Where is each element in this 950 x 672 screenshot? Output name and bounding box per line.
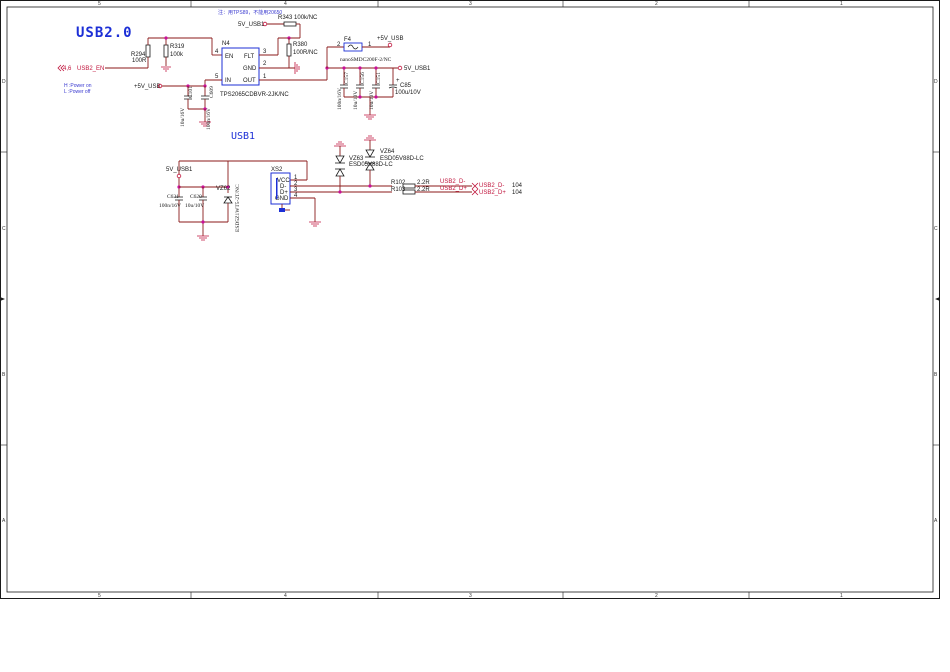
c101-label: 10u/16V <box>180 108 186 127</box>
esd-diodes: VZ63 ESD05V88D-LC VZ64 ESD05V88D-LC <box>334 135 424 194</box>
col-label-top-2: 2 <box>655 1 658 7</box>
usb2-dm-ref: 104 <box>512 183 523 189</box>
c621-ref: C621 <box>167 194 179 200</box>
c156-label: 10u/10V <box>353 91 359 110</box>
usb2-en-label: USB2_EN <box>77 66 104 72</box>
net-5v-usb-top: +5V_USB <box>377 36 404 42</box>
r380-value: 100R/NC <box>293 50 318 56</box>
n4-pin1-num: 1 <box>263 74 267 80</box>
connector-xs2: XS2 VCC D- D+ GND 1 2 3 4 <box>270 167 392 227</box>
schematic-sheet: 5 4 3 2 1 5 4 3 2 1 D C B A D C B A USB2… <box>0 0 940 599</box>
en-note-2: L :Power off <box>64 89 91 95</box>
right-center-arrow <box>935 297 940 301</box>
vz64-value: ESD05V88D-LC <box>380 156 424 162</box>
row-label-left-c: C <box>2 226 6 232</box>
net-d-minus-local: USB2_D- <box>440 179 465 185</box>
title-usb1: USB1 <box>231 131 255 142</box>
title-usb20: USB2.0 <box>76 25 133 41</box>
row-label-right-d: D <box>934 79 938 85</box>
col-label-top-4: 4 <box>284 1 287 7</box>
c609-ref: C609 <box>209 86 215 98</box>
c157-label: 100n/16V <box>337 88 343 110</box>
net-5v-usb1-out: 5V_USB1 <box>404 66 431 72</box>
net-d-plus-local: USB2_D+ <box>440 186 467 192</box>
n4-pin-in: IN <box>225 78 231 84</box>
n4-pin-en: EN <box>225 54 233 60</box>
c609-label: 100n/16V <box>206 108 212 130</box>
c620-ref: C620 <box>190 194 202 200</box>
n4-pin-flt: FLT <box>244 54 255 60</box>
c151-ref: C151 <box>376 72 382 84</box>
r294: R294 100R <box>131 38 151 68</box>
output-caps: 100n/16V C157 10u/10V C156 10u/10V C151 … <box>337 66 421 120</box>
sheet-inner-border <box>6 6 934 593</box>
row-label-left-a: A <box>2 518 6 524</box>
row-label-right-b: B <box>934 372 938 378</box>
top-note: 注：用TPS89，不能用20650 <box>218 9 282 16</box>
row-label-right-a: A <box>934 518 938 524</box>
c157-ref: C157 <box>344 72 350 84</box>
r102-value: 2.2R <box>417 180 430 186</box>
usb2-en-net: 4,6 USB2_EN <box>57 64 148 72</box>
input-net: +5V_USB 10u/16V C101 100n/16V C609 <box>134 79 222 130</box>
n4-pin5-num: 5 <box>215 74 219 80</box>
r294-value: 100R <box>132 58 147 64</box>
col-label-bottom-1: 1 <box>840 593 843 599</box>
series-resistors: R102 2.2R R103 2.2R USB2_D- USB2_D+ USB2… <box>391 179 523 196</box>
col-label-top-1: 1 <box>840 1 843 7</box>
n4-pin-gnd: GND <box>243 66 257 72</box>
net-5v-usb-in: +5V_USB <box>134 84 161 90</box>
c85-ref: C85 <box>400 83 412 89</box>
r343-label: R343 100k/NC <box>278 15 318 21</box>
c85-plus: + <box>396 78 400 84</box>
r319-ref: R319 <box>170 44 185 50</box>
f4-value: nanoSMDC200F-2/NC <box>340 57 392 63</box>
n4-ref: N4 <box>222 41 230 47</box>
vz62-value: ESD5Z1WT5-2T/NC <box>235 184 241 232</box>
row-label-left-d: D <box>2 79 6 85</box>
net-5v-usb1-top: 5V_USB1 <box>238 22 265 28</box>
r103-ref: R103 <box>391 187 406 193</box>
col-label-bottom-4: 4 <box>284 593 287 599</box>
usb2-en-ref: 4,6 <box>63 66 72 72</box>
net-usb2-dm: USB2_D- <box>479 183 504 189</box>
r319-value: 100k <box>170 52 184 58</box>
sheet-outer-border <box>0 0 940 599</box>
row-label-right-c: C <box>934 226 938 232</box>
vz64-ref: VZ64 <box>380 149 395 155</box>
c85-value: 100u/10V <box>395 90 421 96</box>
n4-value: TPS2065CDBVR-2JK/NC <box>220 92 289 98</box>
c620-value: 10u/10V <box>185 203 204 209</box>
r319: R319 100k <box>161 44 185 72</box>
usb2-dp-ref: 104 <box>512 190 523 196</box>
n4-pin-out: OUT <box>243 78 256 84</box>
net-5v-usb1-left: 5V_USB1 <box>166 167 193 173</box>
vz62-ref: VZ62 <box>216 186 231 192</box>
c101-ref: C101 <box>188 86 194 98</box>
f4-ref: F4 <box>344 37 352 43</box>
col-label-bottom-3: 3 <box>469 593 472 599</box>
row-label-left-b: B <box>2 372 6 378</box>
r380-ref: R380 <box>293 42 308 48</box>
n4-pin4-num: 4 <box>215 49 219 55</box>
c156-ref: C156 <box>360 72 366 84</box>
left-center-arrow <box>0 297 5 301</box>
c151-label: 10u/10V <box>369 91 375 110</box>
col-label-bottom-2: 2 <box>655 593 658 599</box>
r380: R380 100R/NC <box>286 42 318 68</box>
xs2-ref: XS2 <box>271 167 283 173</box>
col-label-top-3: 3 <box>469 1 472 7</box>
col-label-top-5: 5 <box>98 1 101 7</box>
n4-pin3-num: 3 <box>263 49 267 55</box>
r102-ref: R102 <box>391 180 406 186</box>
n4-pin2-num: 2 <box>263 61 267 67</box>
col-label-bottom-5: 5 <box>98 593 101 599</box>
c621-value: 100n/16V <box>159 203 181 209</box>
net-usb2-dp: USB2_D+ <box>479 190 506 196</box>
